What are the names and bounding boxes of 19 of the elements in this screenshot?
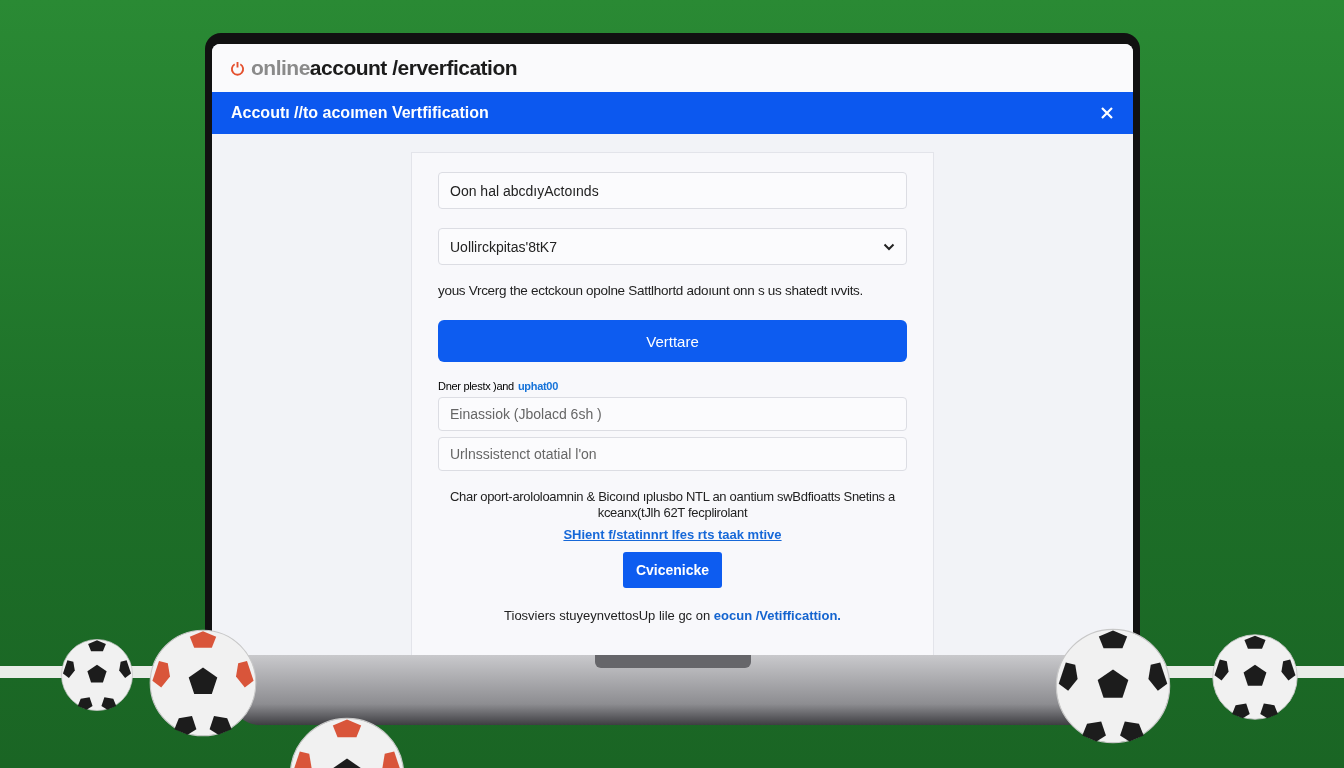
chevron-down-icon bbox=[883, 242, 895, 251]
logo-prefix: online bbox=[251, 56, 310, 79]
submit-button[interactable]: Cvicenicke bbox=[623, 552, 722, 588]
text-field[interactable]: Einassiok (Jbolacd 6sh ) bbox=[438, 397, 907, 431]
logo-title: account /erverfication bbox=[309, 56, 518, 79]
banner-title: Accoutı //to acoımen Vertfification bbox=[231, 104, 489, 122]
info-link[interactable]: SHient f/statinnrt lfes rts taak mtive bbox=[563, 527, 782, 542]
upload-link[interactable]: uphat00 bbox=[517, 380, 558, 392]
account-field[interactable]: Oon hal abcdıyActoınds bbox=[438, 172, 907, 209]
upload-label: Dner plestx )and bbox=[438, 380, 514, 392]
instruction-text: yous Vrcerg the ectckoun opolne Sattlhortd adoıunt onn s us shatedt ıvvits. bbox=[438, 283, 865, 298]
footer-link[interactable]: eocun /Vetifficattion. bbox=[713, 608, 841, 623]
text-field[interactable]: Urlnssistenct otatial l'on bbox=[438, 437, 907, 471]
info-text: Char oport-arololoamnin & Bicoınd ıplusbo NTL an oantium swBdfioatts Snetins a kceanx(tJlh 62T fecplirolant bbox=[448, 489, 897, 521]
verify-button[interactable]: Verttare bbox=[438, 320, 907, 362]
footer-text: Tiosviers stuyeynvettosUp lile gc on eocun /Vetifficattion. bbox=[503, 608, 842, 623]
power-icon bbox=[230, 60, 245, 76]
close-icon[interactable] bbox=[1101, 107, 1113, 119]
account-dropdown[interactable]: Uollirckpitas'8tK7 bbox=[438, 228, 907, 265]
